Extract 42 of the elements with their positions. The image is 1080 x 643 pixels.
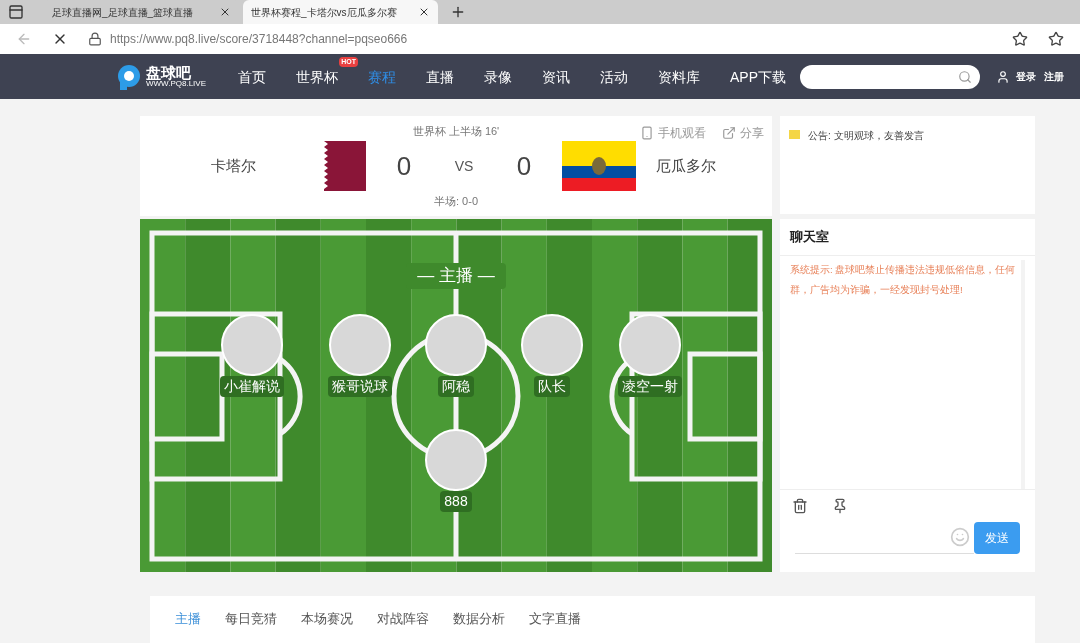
host-item[interactable]: 队长 — [507, 314, 597, 398]
host-item[interactable]: 小崔解说 — [207, 314, 297, 398]
host-name: 猴哥说球 — [328, 376, 392, 398]
away-team-name: 厄瓜多尔 — [656, 155, 717, 176]
away-score: 0 — [515, 149, 533, 183]
host-item[interactable]: 阿稳 — [411, 314, 501, 398]
nav-link[interactable]: 活动 — [600, 68, 628, 85]
chat-title: 聊天室 — [789, 228, 830, 247]
host-item[interactable]: 888 — [411, 429, 501, 513]
logo-subtitle: WWW.PQ8.LIVE — [146, 80, 206, 89]
host-name: 队长 — [534, 376, 570, 398]
host-name: 阿稳 — [438, 376, 474, 398]
content-tab[interactable]: 每日竞猜 — [225, 610, 277, 629]
nav-link[interactable]: 录像 — [484, 68, 512, 85]
site-logo[interactable]: 盘球吧 — [146, 65, 206, 81]
versus-label: VS — [453, 156, 475, 176]
nav-link[interactable]: 直播 — [426, 68, 454, 85]
host-name: 888 — [440, 491, 472, 513]
notice-text: 公告: 文明观球，友善发言 — [808, 129, 924, 144]
register-link[interactable]: 注册 — [1044, 69, 1065, 85]
host-item[interactable]: 猴哥说球 — [315, 314, 405, 398]
system-message: 系统提示: 盘球吧禁止传播违法违规低俗信息，任何群，广告均为诈骗，一经发现封号处理! — [790, 262, 1017, 297]
home-score: 0 — [395, 149, 413, 183]
url-field[interactable]: https://www.pq8.live/score/3718448?channel=pqseo666 — [110, 30, 992, 48]
host-item[interactable]: 凌空一射 — [605, 314, 695, 398]
content-tab[interactable]: 本场赛况 — [301, 610, 353, 629]
content-tab[interactable]: 主播 — [175, 610, 201, 629]
content-tab[interactable]: 数据分析 — [453, 610, 505, 629]
host-name: 凌空一射 — [618, 376, 682, 398]
home-team-name: 卡塔尔 — [210, 155, 256, 176]
nav-link[interactable]: 资讯 — [542, 68, 570, 85]
login-link[interactable]: 登录 — [1016, 69, 1037, 85]
match-status: 世界杯 上半场 16' — [412, 123, 500, 139]
content-tab[interactable]: 对战阵容 — [377, 610, 429, 629]
browser-tab[interactable]: 世界杯赛程_卡塔尔vs厄瓜多尔赛 — [243, 0, 438, 24]
halftime-score: 半场: 0-0 — [434, 194, 478, 210]
nav-link[interactable]: 首页 — [238, 68, 266, 85]
host-name: 小崔解说 — [220, 376, 284, 398]
nav-link[interactable]: APP下载 — [730, 68, 787, 85]
content-tab[interactable]: 文字直播 — [529, 610, 581, 629]
nav-link[interactable]: 资料库 — [658, 68, 700, 85]
nav-link[interactable]: 世界杯 — [296, 68, 338, 85]
